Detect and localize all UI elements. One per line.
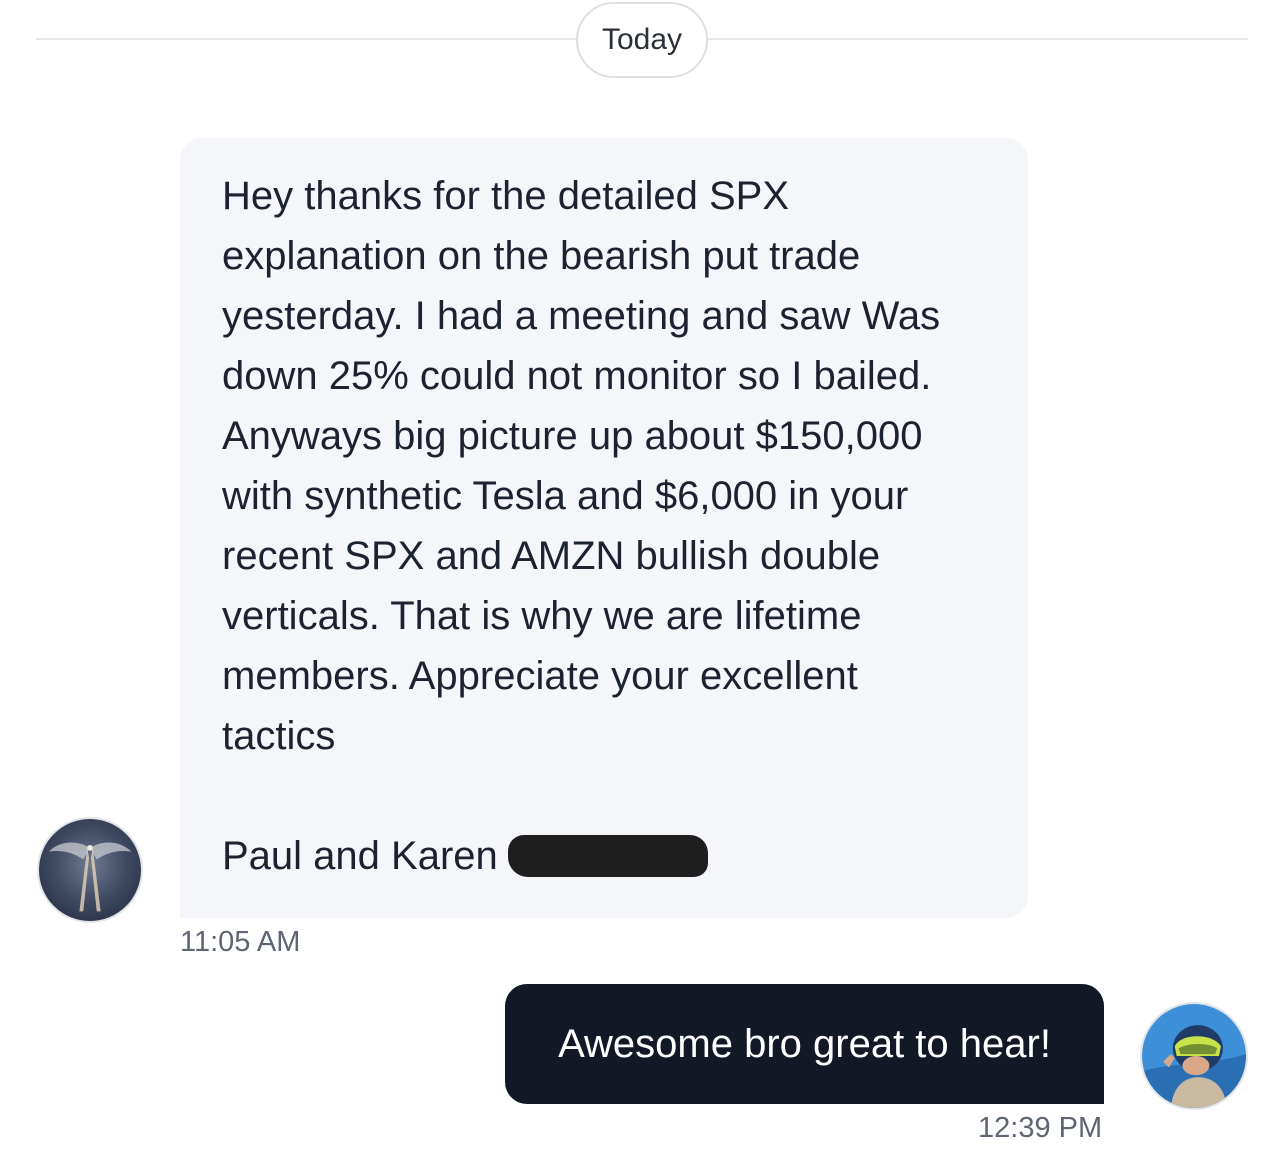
- incoming-message-text: Hey thanks for the detailed SPX explanat…: [222, 174, 941, 878]
- date-divider-line-right: [708, 38, 1248, 40]
- pilot-avatar-icon[interactable]: [1140, 1002, 1248, 1110]
- outgoing-message-timestamp: 12:39 PM: [978, 1112, 1103, 1144]
- incoming-message-bubble[interactable]: Hey thanks for the detailed SPX explanat…: [180, 138, 1028, 918]
- date-divider-label: Today: [576, 2, 708, 78]
- outgoing-message-bubble[interactable]: Awesome bro great to hear!: [505, 984, 1104, 1104]
- redaction-mark: [508, 835, 708, 877]
- date-divider-line-left: [36, 38, 576, 40]
- outgoing-message-text: Awesome bro great to hear!: [558, 1021, 1051, 1066]
- angel-wings-avatar-icon[interactable]: [37, 817, 143, 923]
- incoming-message-timestamp: 11:05 AM: [180, 926, 301, 958]
